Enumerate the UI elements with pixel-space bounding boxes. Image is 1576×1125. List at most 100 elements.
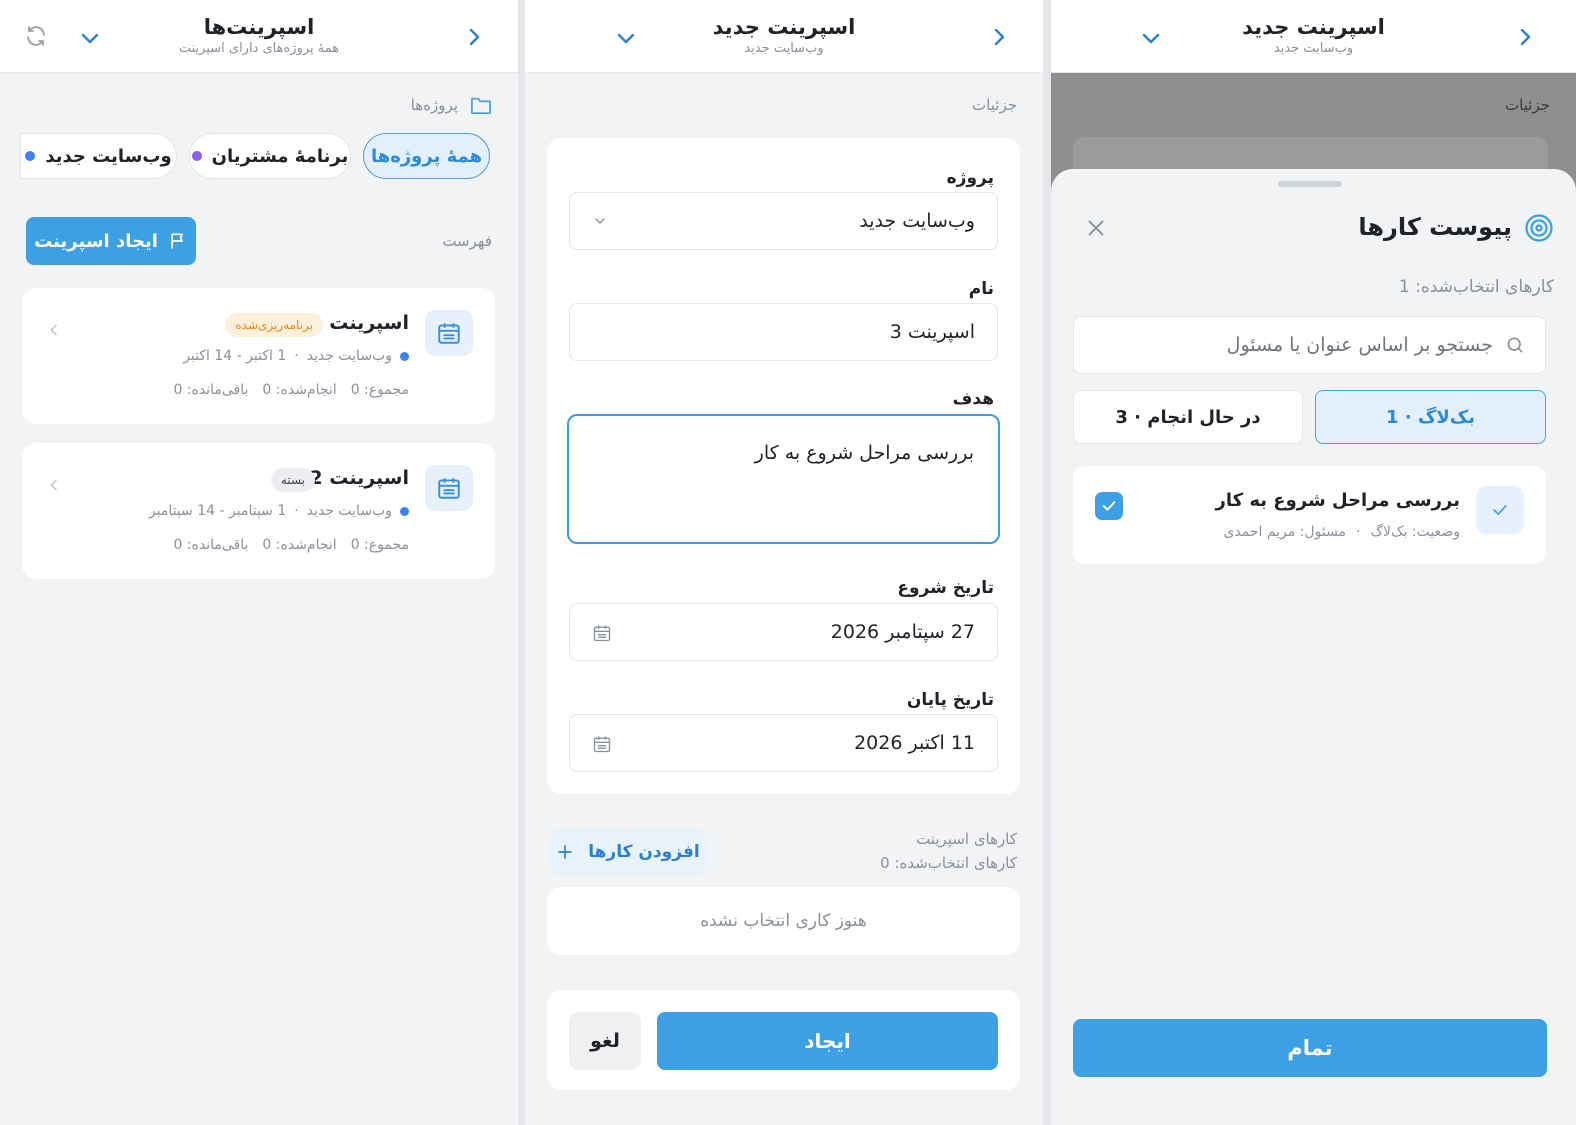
goal-value: بررسی مراحل شروع به کار <box>754 442 974 464</box>
sprint-name: اسپرینت 2 <box>309 467 409 489</box>
goal-label: هدف <box>952 389 994 409</box>
tab-in-progress[interactable]: در حال انجام · 3 <box>1073 390 1303 444</box>
empty-tasks-box: هنوز کاری انتخاب نشده <box>547 887 1020 955</box>
create-sprint-button[interactable]: ایجاد اسپرینت <box>26 217 196 265</box>
task-search-input[interactable]: جستجو بر اساس عنوان یا مسئول <box>1073 316 1546 374</box>
separator: · <box>294 503 299 519</box>
details-section-label: جزئیات <box>972 96 1017 114</box>
chevron-right-icon[interactable] <box>1513 25 1537 49</box>
sheet-title: پیوست کارها <box>1358 213 1512 241</box>
sprint-project: وب‌سایت جدید <box>306 348 392 364</box>
status-badge: بسته <box>270 468 315 492</box>
tab-label: در حال انجام · 3 <box>1115 406 1261 428</box>
selected-count: کارهای انتخاب‌شده: 1 <box>1398 277 1554 297</box>
sprint-card[interactable]: اسپرینت 2 بسته وب‌سایت جدید · 1 سپتامبر … <box>22 443 495 579</box>
page-title: اسپرینت‌ها <box>203 15 315 39</box>
chip-customer-app[interactable]: برنامهٔ مشتریان <box>189 133 351 179</box>
chip-new-website[interactable]: وب‌سایت جدید <box>20 133 177 179</box>
target-icon <box>1524 213 1554 243</box>
checkmark-icon <box>1102 501 1116 511</box>
form-actions: ایجاد لغو <box>547 990 1020 1090</box>
task-checkbox[interactable] <box>1095 492 1123 520</box>
page-title: اسپرینت جدید <box>1242 15 1385 39</box>
list-section-label: فهرست <box>442 232 492 250</box>
end-date-field[interactable]: 11 اکتبر 2026 <box>569 714 998 772</box>
attach-tasks-panel: اسپرینت جدید وب‌سایت جدید جزئیات پیوست ک… <box>1051 0 1576 1125</box>
cancel-button-label: لغو <box>590 1030 620 1052</box>
sprint-meta: وب‌سایت جدید · 1 سپتامبر - 14 سپتامبر <box>149 503 409 519</box>
end-date-label: تاریخ پایان <box>906 690 994 710</box>
sprint-stats: مجموع: 0 انجام‌شده: 0 باقی‌مانده: 0 <box>173 382 409 398</box>
new-sprint-panel: اسپرینت جدید وب‌سایت جدید جزئیات پروژه و… <box>525 0 1043 1125</box>
stat-remaining: باقی‌مانده: 0 <box>173 537 249 553</box>
sprints-panel: اسپرینت‌ها همهٔ پروژه‌های دارای اسپرینت … <box>0 0 518 1125</box>
sprint-dates: 1 سپتامبر - 14 سپتامبر <box>148 503 287 519</box>
stat-total: مجموع: 0 <box>350 382 409 398</box>
sprint-stats: مجموع: 0 انجام‌شده: 0 باقی‌مانده: 0 <box>173 537 409 553</box>
calendar-icon <box>592 734 612 759</box>
cancel-button[interactable]: لغو <box>569 1012 641 1070</box>
sprint-project: وب‌سایت جدید <box>306 503 392 519</box>
task-assignee: مسئول: مریم احمدی <box>1223 524 1347 540</box>
chevron-right-icon[interactable] <box>462 25 486 49</box>
project-color-dot <box>400 351 409 361</box>
stat-done: انجام‌شده: 0 <box>262 382 337 398</box>
search-placeholder: جستجو بر اساس عنوان یا مسئول <box>1226 334 1493 356</box>
page-subtitle: وب‌سایت جدید <box>744 41 824 56</box>
separator: · <box>1356 524 1361 540</box>
sprint-dates: 1 اکتبر - 14 اکتبر <box>183 348 287 364</box>
task-title: بررسی مراحل شروع به کار <box>1215 490 1461 511</box>
stat-remaining: باقی‌مانده: 0 <box>173 382 249 398</box>
project-select[interactable]: وب‌سایت جدید <box>569 192 998 250</box>
add-tasks-label: افزودن کارها <box>588 842 700 862</box>
close-icon[interactable] <box>1085 217 1107 239</box>
top-bar: اسپرینت جدید وب‌سایت جدید <box>1051 0 1576 73</box>
check-icon <box>1476 486 1524 534</box>
sprint-meta: وب‌سایت جدید · 1 اکتبر - 14 اکتبر <box>183 348 409 364</box>
start-date-value: 27 سپتامبر 2026 <box>830 621 975 643</box>
page-title: اسپرینت جدید <box>712 15 856 39</box>
name-field[interactable]: اسپرینت 3 <box>569 303 998 361</box>
goal-textarea[interactable]: بررسی مراحل شروع به کار <box>567 414 1000 544</box>
project-color-dot <box>25 151 36 161</box>
separator: · <box>294 348 299 364</box>
name-label: نام <box>968 279 994 299</box>
project-color-dot <box>191 151 202 161</box>
chip-all-projects[interactable]: همهٔ پروژه‌ها <box>363 133 490 179</box>
calendar-icon <box>425 310 473 356</box>
drag-handle[interactable] <box>1278 181 1342 187</box>
name-value: اسپرینت 3 <box>889 321 975 343</box>
task-row[interactable]: بررسی مراحل شروع به کار وضعیت: بک‌لاگ · … <box>1073 466 1546 564</box>
sprint-card[interactable]: اسپرینت 1 برنامه‌ریزی‌شده وب‌سایت جدید ·… <box>22 288 495 424</box>
header-titles: اسپرینت‌ها همهٔ پروژه‌های دارای اسپرینت <box>0 14 518 58</box>
chevron-left-icon <box>46 322 62 338</box>
task-status: وضعیت: بک‌لاگ <box>1370 524 1460 540</box>
sprint-name: اسپرینت 1 <box>309 312 409 334</box>
top-bar: اسپرینت جدید وب‌سایت جدید <box>525 0 1043 73</box>
add-tasks-button[interactable]: افزودن کارها <box>550 828 706 876</box>
projects-section-label: پروژه‌ها <box>410 96 458 114</box>
start-date-field[interactable]: 27 سپتامبر 2026 <box>569 603 998 661</box>
selected-tasks-count: کارهای انتخاب‌شده: 0 <box>880 854 1017 872</box>
sprint-form: پروژه وب‌سایت جدید نام اسپرینت 3 هدف برر… <box>547 138 1020 794</box>
calendar-icon <box>592 623 612 648</box>
create-button[interactable]: ایجاد <box>657 1012 998 1070</box>
stat-done: انجام‌شده: 0 <box>262 537 337 553</box>
folder-icon <box>470 95 492 115</box>
chevron-down-icon <box>592 212 608 234</box>
page-subtitle: همهٔ پروژه‌های دارای اسپرینت <box>178 41 340 56</box>
empty-tasks-text: هنوز کاری انتخاب نشده <box>700 911 867 931</box>
page-subtitle: وب‌سایت جدید <box>1273 41 1354 56</box>
stat-total: مجموع: 0 <box>350 537 409 553</box>
chevron-left-icon <box>46 477 62 493</box>
chevron-right-icon[interactable] <box>987 25 1011 49</box>
done-button[interactable]: تمام <box>1073 1019 1547 1077</box>
task-meta: وضعیت: بک‌لاگ · مسئول: مریم احمدی <box>1223 524 1460 540</box>
sprint-tasks-title: کارهای اسپرینت <box>916 830 1017 848</box>
create-sprint-label: ایجاد اسپرینت <box>34 230 158 252</box>
start-date-label: تاریخ شروع <box>897 578 994 598</box>
tab-backlog[interactable]: بک‌لاگ · 1 <box>1315 390 1546 444</box>
flag-icon <box>168 231 188 251</box>
details-section-label: جزئیات <box>1505 96 1550 114</box>
status-badge: برنامه‌ریزی‌شده <box>225 313 323 337</box>
